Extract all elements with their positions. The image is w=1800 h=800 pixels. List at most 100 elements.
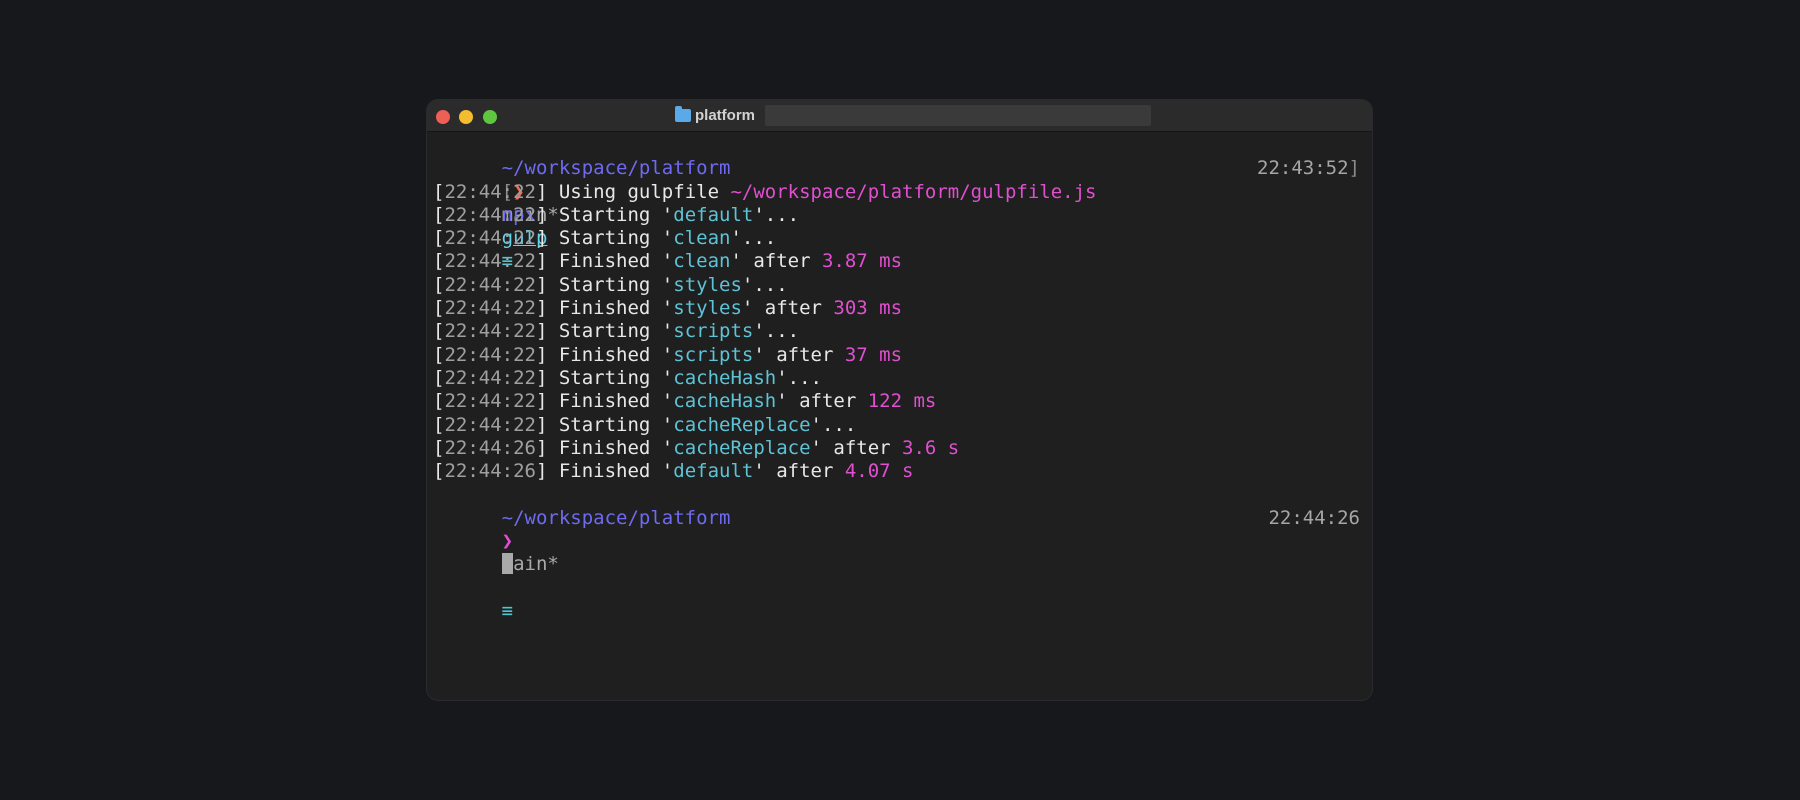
log-timestamp: 22:44:22 [444,390,536,413]
folder-icon [675,106,691,122]
title-bar: platform [427,100,1372,132]
log-bracket: [ [433,460,445,483]
gulpfile-path: ~/workspace/platform/gulpfile.js [730,180,1097,203]
log-text: Starting ' [558,366,674,389]
log-bracket: [ [433,320,445,343]
log-timestamp: 22:44:26 [444,460,536,483]
log-line: [22:44:22] Starting 'scripts'... [433,320,1366,343]
log-text: ' after [753,343,845,366]
log-text: Starting ' [558,227,674,250]
log-text: '... [810,413,857,436]
log-text: Finished ' [558,343,674,366]
command-line: [❯ npx gulp 22:43:52] [433,157,1366,249]
command-timestamp: 22:43:52] [1257,157,1360,180]
log-timestamp: 22:44:22 [444,227,536,250]
task-name: styles [673,297,742,320]
task-duration: 3.6 s [902,436,960,459]
log-bracket: [ [433,273,445,296]
log-bracket: [ [433,203,445,226]
prompt-timestamp: 22:44:26 [1268,506,1360,529]
log-timestamp: 22:44:22 [444,320,536,343]
log-text: Finished ' [558,297,674,320]
git-status-icon: ≡ [501,599,514,622]
task-duration: 3.87 ms [821,250,903,273]
minimize-window-button[interactable] [459,110,473,124]
task-name: cacheHash [673,366,777,389]
log-text: Starting ' [558,320,674,343]
log-bracket: [ [433,343,445,366]
task-name: scripts [673,320,754,343]
log-bracket: ] [535,273,559,296]
log-text: ' after [810,436,903,459]
log-text: Finished ' [558,390,674,413]
log-text: ' after [741,297,834,320]
text-cursor[interactable] [501,553,513,575]
log-bracket: ] [535,460,559,483]
log-bracket: [ [433,366,445,389]
log-text: '... [730,227,777,250]
log-text: '... [753,320,800,343]
log-bracket: ] [535,203,559,226]
log-timestamp: 22:44:22 [444,297,536,320]
log-text: '... [741,273,788,296]
task-duration: 122 ms [867,390,937,413]
title-bar-field [765,105,1151,126]
log-bracket: [ [433,297,445,320]
log-bracket: ] [535,390,559,413]
zoom-window-button[interactable] [483,110,497,124]
log-timestamp: 22:44:22 [444,366,536,389]
task-name: default [673,203,754,226]
log-text: ' after [730,250,822,273]
log-bracket: [ [433,250,445,273]
task-name: styles [673,273,742,296]
prompt-arrow-icon: ❯ [501,530,514,553]
close-window-button[interactable] [436,110,450,124]
log-text: ' after [753,460,845,483]
log-line: [22:44:26] Finished 'default' after 4.07… [433,460,1366,483]
input-line[interactable]: ❯ 22:44:26 [433,506,1366,575]
log-bracket: ] [535,366,559,389]
log-line: [22:44:22] Starting 'styles'... [433,274,1366,297]
log-text: Finished ' [558,436,674,459]
log-line: [22:44:22] Finished 'styles' after 303 m… [433,297,1366,320]
log-bracket: ] [535,250,559,273]
log-text: Starting ' [558,273,674,296]
log-timestamp: 22:44:26 [444,436,536,459]
terminal-output[interactable]: ~/workspace/platform main* ≡ [❯ npx gulp… [427,132,1372,622]
log-text: Starting ' [558,413,674,436]
log-line: [22:44:22] Using gulpfile ~/workspace/pl… [433,181,1366,204]
log-line: [22:44:22] Finished 'scripts' after 37 m… [433,344,1366,367]
log-line: [22:44:22] Finished 'clean' after 3.87 m… [433,250,1366,273]
task-name: cacheReplace [673,436,811,459]
prompt-line: ~/workspace/platform main* ≡ [433,483,1366,622]
log-bracket: [ [433,413,445,436]
log-bracket: ] [535,320,559,343]
task-name: clean [673,227,731,250]
task-name: cacheHash [673,390,777,413]
log-timestamp: 22:44:22 [444,413,536,436]
terminal-window: platform ~/workspace/platform main* ≡ [❯… [427,100,1372,700]
log-timestamp: 22:44:22 [444,180,536,203]
log-line: [22:44:26] Finished 'cacheReplace' after… [433,437,1366,460]
task-duration: 37 ms [844,343,903,366]
task-duration: 303 ms [833,297,903,320]
log-bracket: [ [433,180,445,203]
log-bracket: ] [535,297,559,320]
log-text: '... [776,366,822,389]
task-name: cacheReplace [673,413,811,436]
window-title: platform [675,100,755,131]
log-line: [22:44:22] Starting 'cacheHash'... [433,367,1366,390]
prompt-line: ~/workspace/platform main* ≡ [433,134,1366,272]
log-bracket: ] [535,413,559,436]
log-bracket: ] [535,227,559,250]
log-output: [22:44:22] Using gulpfile ~/workspace/pl… [433,181,1366,484]
task-duration: 4.07 s [844,460,914,483]
log-text: Starting ' [558,203,674,226]
log-text: ' after [776,390,868,413]
log-text: Finished ' [558,250,674,273]
task-name: default [673,460,754,483]
log-timestamp: 22:44:22 [444,250,536,273]
log-bracket: ] [535,180,559,203]
log-text: Finished ' [558,460,674,483]
log-timestamp: 22:44:22 [444,343,536,366]
